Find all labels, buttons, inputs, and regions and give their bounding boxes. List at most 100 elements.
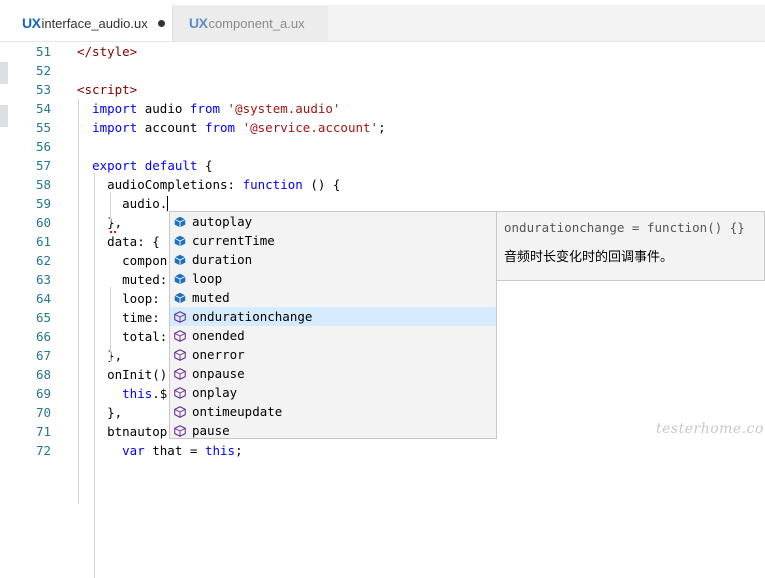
suggestion-item[interactable]: muted <box>170 288 496 307</box>
line-number: 72 <box>35 443 51 458</box>
cube-filled-icon <box>174 235 186 247</box>
code-line[interactable]: 51 </style> <box>0 42 765 61</box>
cube-outline-icon <box>174 348 186 361</box>
code-line[interactable]: 54 import audio from '@system.audio' <box>0 99 765 118</box>
suggestion-item[interactable]: loop <box>170 269 496 288</box>
tab-label: component_a.ux <box>208 15 305 31</box>
error-squiggle <box>110 228 116 233</box>
tab-interface-audio[interactable]: UX interface_audio.ux <box>0 5 172 41</box>
line-number: 52 <box>35 63 51 78</box>
suggestion-item[interactable]: pause <box>170 421 496 438</box>
suggestion-label: onpause <box>192 366 245 381</box>
line-number: 66 <box>35 329 51 344</box>
code-text[interactable]: audioCompletions: function () { <box>77 175 340 194</box>
line-number: 57 <box>35 158 51 173</box>
line-number: 60 <box>35 215 51 230</box>
line-number: 59 <box>35 196 51 211</box>
details-documentation: 音频时长变化时的回调事件。 <box>504 250 674 265</box>
suggestion-item[interactable]: autoplay <box>170 212 496 231</box>
suggestion-item[interactable]: ondurationchange <box>170 307 496 326</box>
indent-guide <box>110 192 111 224</box>
indent-guide <box>110 287 111 362</box>
code-line[interactable]: 55 import account from '@service.account… <box>0 118 765 137</box>
ux-badge-icon: UX <box>189 15 208 31</box>
code-text[interactable]: import audio from '@system.audio' <box>77 99 340 118</box>
line-number: 53 <box>35 82 51 97</box>
code-line[interactable]: 58 audioCompletions: function () { <box>0 175 765 194</box>
line-number: 58 <box>35 177 51 192</box>
text-cursor <box>167 196 169 211</box>
line-number: 64 <box>35 291 51 306</box>
suggestion-label: loop <box>192 271 223 286</box>
code-text[interactable]: btnautop <box>77 422 167 441</box>
code-text[interactable]: }, <box>77 346 122 365</box>
ux-badge-icon: UX <box>22 15 41 31</box>
suggestion-label: ondurationchange <box>192 309 313 324</box>
suggestion-label: pause <box>192 423 230 438</box>
details-signature: ondurationchange = function() {} <box>504 220 745 235</box>
cube-filled-icon <box>174 216 186 228</box>
line-number: 71 <box>35 424 51 439</box>
line-number: 63 <box>35 272 51 287</box>
code-text[interactable]: import account from '@service.account'; <box>77 118 386 137</box>
cube-filled-icon <box>174 292 186 304</box>
code-line[interactable]: 72 var that = this; <box>0 441 765 460</box>
cube-outline-icon <box>174 310 186 323</box>
suggestion-label: onplay <box>192 385 238 400</box>
suggestion-item[interactable]: onerror <box>170 345 496 364</box>
suggestion-widget[interactable]: autoplay currentTime duration loop muted ondu… <box>169 211 497 439</box>
line-number: 51 <box>35 44 51 59</box>
suggestion-label: onerror <box>192 347 245 362</box>
code-text[interactable]: audio. <box>77 194 169 213</box>
code-text[interactable]: compon <box>77 251 167 270</box>
suggestion-label: ontimeupdate <box>192 404 283 419</box>
cube-outline-icon <box>174 367 186 380</box>
line-number: 62 <box>35 253 51 268</box>
code-text[interactable]: time: <box>77 308 160 327</box>
watermark: testerhome.com <box>656 421 765 437</box>
code-text[interactable]: var that = this; <box>77 441 242 460</box>
line-number: 69 <box>35 386 51 401</box>
code-text[interactable]: <script> <box>77 80 137 99</box>
code-line[interactable]: 53 <script> <box>0 80 765 99</box>
cube-outline-icon <box>174 405 186 418</box>
line-number: 68 <box>35 367 51 382</box>
cube-outline-icon <box>174 329 186 342</box>
line-number: 65 <box>35 310 51 325</box>
tab-component-a[interactable]: UX component_a.ux <box>172 5 328 41</box>
suggestion-label: autoplay <box>192 214 253 229</box>
tab-label: interface_audio.ux <box>41 15 148 31</box>
suggestion-item[interactable]: ontimeupdate <box>170 402 496 421</box>
code-text[interactable]: loop: <box>77 289 160 308</box>
unsaved-dot-icon[interactable] <box>157 19 165 27</box>
cube-filled-icon <box>174 273 186 285</box>
code-line[interactable]: 56 <box>0 137 765 156</box>
cube-outline-icon <box>174 424 186 437</box>
suggestion-item[interactable]: duration <box>170 250 496 269</box>
code-line[interactable]: 57 export default { <box>0 156 765 175</box>
code-text[interactable]: onInit() <box>77 365 167 384</box>
code-text[interactable]: </style> <box>77 42 137 61</box>
code-text[interactable]: this.$ <box>77 384 167 403</box>
code-line[interactable]: 52 <box>0 61 765 80</box>
code-text[interactable]: total: <box>77 327 167 346</box>
line-number: 61 <box>35 234 51 249</box>
suggestion-label: currentTime <box>192 233 275 248</box>
suggestion-details: ondurationchange = function() {} 音频时长变化时… <box>497 211 765 281</box>
code-text[interactable]: }, <box>77 403 122 422</box>
suggestion-label: duration <box>192 252 253 267</box>
suggestion-item[interactable]: currentTime <box>170 231 496 250</box>
indent-guide <box>94 173 95 578</box>
suggestion-item[interactable]: onplay <box>170 383 496 402</box>
code-text[interactable]: data: { <box>77 232 160 251</box>
line-number: 70 <box>35 405 51 420</box>
line-number: 56 <box>35 139 51 154</box>
suggestion-item[interactable]: onended <box>170 326 496 345</box>
suggestion-item[interactable]: onpause <box>170 364 496 383</box>
line-number: 54 <box>35 101 51 116</box>
code-text[interactable]: export default { <box>77 156 212 175</box>
code-text[interactable]: muted: <box>77 270 167 289</box>
indent-guide <box>78 99 79 504</box>
line-number: 67 <box>35 348 51 363</box>
cube-outline-icon <box>174 386 186 399</box>
